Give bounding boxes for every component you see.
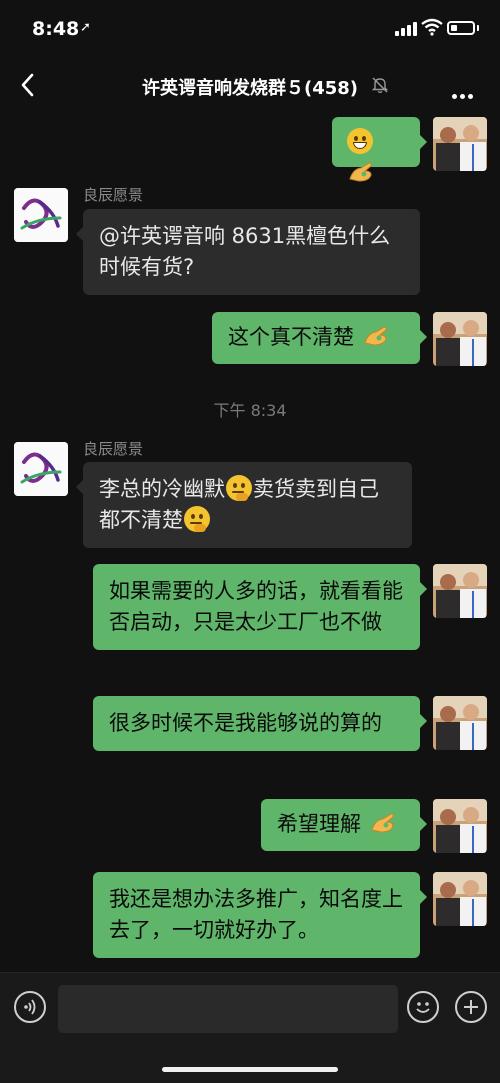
grin-emoji-icon	[347, 128, 373, 154]
location-arrow-icon: ➚	[80, 20, 91, 35]
chat-messages[interactable]: 良辰愿景 @许英谔音响 8631黑檀色什么时候有货? 这个真不清楚 下午 8:3…	[0, 112, 500, 972]
my-avatar[interactable]	[433, 312, 487, 366]
timestamp: 下午 8:34	[213, 401, 287, 420]
message-text: 这个真不清楚	[228, 325, 354, 349]
voice-icon[interactable]	[14, 991, 46, 1023]
plus-icon[interactable]	[455, 991, 487, 1023]
sender-name: 良辰愿景	[83, 440, 144, 458]
ok-hand-emoji-icon	[347, 159, 375, 185]
message-bubble[interactable]: @许英谔音响 8631黑檀色什么时候有货?	[76, 209, 420, 295]
ok-hand-emoji-icon	[362, 323, 390, 349]
message-text: 很多时候不是我能够说的算的	[109, 711, 382, 735]
message-bubble[interactable]: 希望理解	[261, 799, 427, 851]
message-bubble[interactable]: 李总的冷幽默 卖货卖到自己都不清楚	[76, 462, 412, 548]
chat-header: 许英谔音响发烧群５(458)	[0, 58, 500, 112]
message-bubble[interactable]: 这个真不清楚	[212, 312, 427, 364]
battery-icon	[447, 21, 475, 35]
thinking-emoji-icon	[184, 506, 210, 532]
input-bar	[0, 972, 500, 1083]
my-avatar[interactable]	[433, 872, 487, 926]
message-text: 希望理解	[277, 812, 361, 836]
other-avatar[interactable]	[14, 188, 68, 242]
my-avatar[interactable]	[433, 117, 487, 171]
status-bar: 8:48 ➚	[0, 0, 500, 58]
message-bubble[interactable]: 我还是想办法多推广，知名度上去了，一切就好办了。	[93, 872, 427, 958]
status-time: 8:48	[32, 18, 80, 40]
other-avatar[interactable]	[14, 442, 68, 496]
signal-icon	[395, 22, 417, 36]
message-text: @许英谔音响 8631黑檀色什么时候有货?	[99, 224, 391, 279]
wifi-icon	[421, 18, 443, 36]
message-bubble[interactable]: 很多时候不是我能够说的算的	[93, 696, 427, 751]
message-bubble[interactable]: 如果需要的人多的话，就看看能否启动，只是太少工厂也不做	[93, 564, 427, 650]
my-avatar[interactable]	[433, 799, 487, 853]
emoji-icon[interactable]	[407, 991, 439, 1023]
message-text: 如果需要的人多的话，就看看能否启动，只是太少工厂也不做	[109, 579, 403, 634]
chat-title: 许英谔音响发烧群５(458)	[141, 78, 359, 99]
thinking-emoji-icon	[226, 475, 252, 501]
more-dots-icon[interactable]	[452, 84, 476, 103]
my-avatar[interactable]	[433, 564, 487, 618]
ok-hand-emoji-icon	[369, 810, 397, 836]
my-avatar[interactable]	[433, 696, 487, 750]
bell-off-icon	[371, 77, 389, 93]
message-input[interactable]	[58, 985, 398, 1033]
message-text: 我还是想办法多推广，知名度上去了，一切就好办了。	[109, 887, 403, 942]
message-bubble[interactable]	[332, 117, 427, 182]
message-text: 李总的冷幽默	[99, 477, 225, 501]
sender-name: 良辰愿景	[83, 186, 144, 204]
home-indicator	[162, 1067, 338, 1072]
